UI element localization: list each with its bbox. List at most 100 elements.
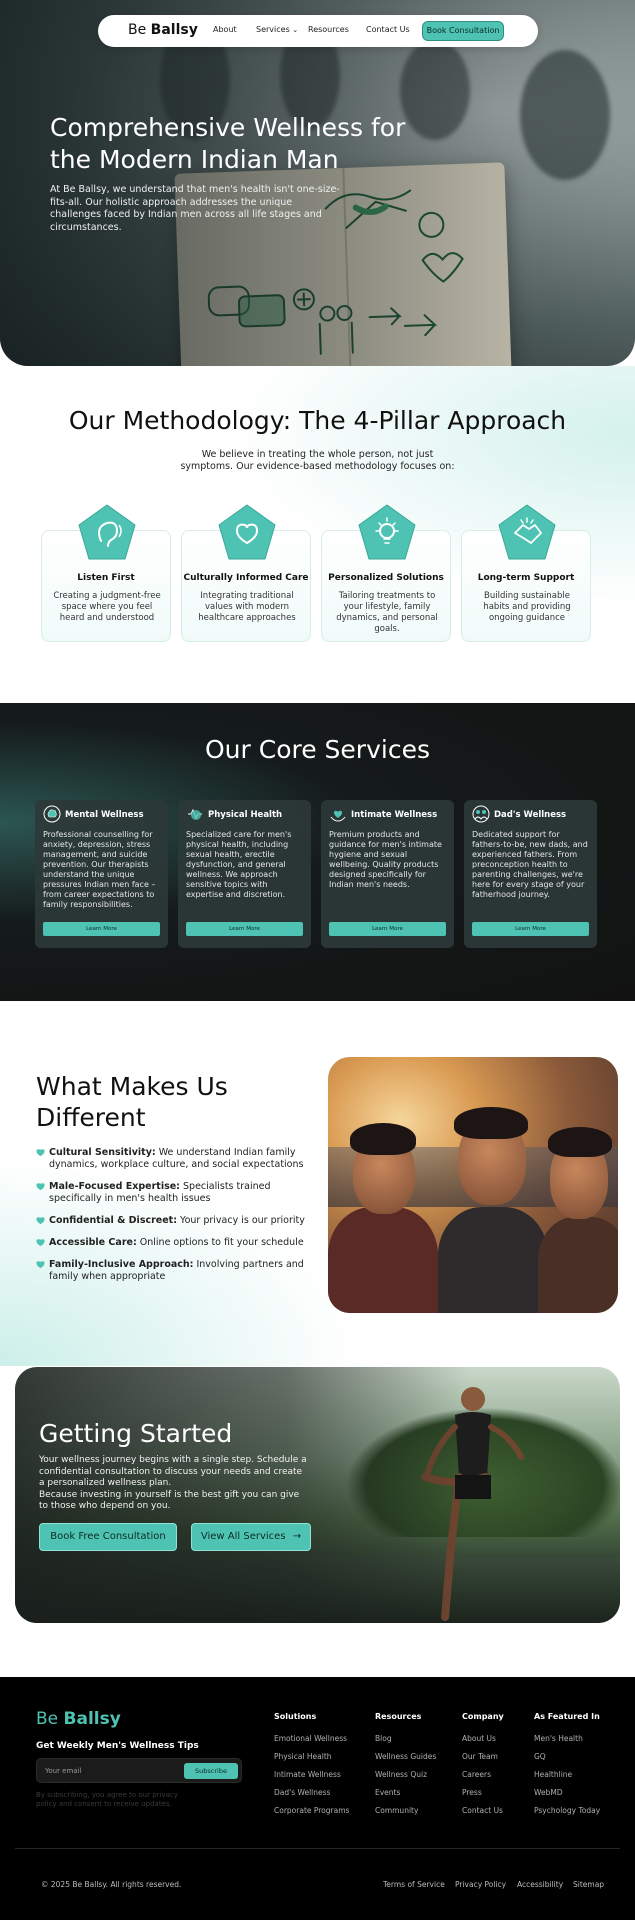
family-icon xyxy=(472,805,490,823)
pillar-description: Integrating traditional values with mode… xyxy=(198,591,296,623)
pillar-description: Creating a judgment-free space where you… xyxy=(53,591,161,623)
service-description: Professional counselling for anxiety, de… xyxy=(43,830,156,909)
heartbeat-icon xyxy=(188,808,202,820)
footer-link[interactable]: Blog xyxy=(375,1734,436,1752)
service-title: Intimate Wellness xyxy=(351,810,438,820)
terms-link[interactable]: Terms of Service xyxy=(383,1880,445,1889)
service-card: Intimate Wellness Premium products and g… xyxy=(321,800,454,948)
pillar-card: Listen First Creating a judgment-free sp… xyxy=(41,504,171,642)
footer-link[interactable]: Community xyxy=(375,1806,436,1824)
pillar-description: Building sustainable habits and providin… xyxy=(483,591,571,623)
footer-link[interactable]: Psychology Today xyxy=(534,1806,600,1824)
services-section: Our Core Services Mental Wellness Profes… xyxy=(0,703,635,1001)
friends-photo xyxy=(328,1057,618,1313)
footer-link[interactable]: Emotional Wellness xyxy=(274,1734,349,1752)
pillar-title: Long-term Support xyxy=(477,573,575,583)
footer-link[interactable]: Physical Health xyxy=(274,1752,349,1770)
nav-link-services[interactable]: Services ⌄ xyxy=(256,25,298,34)
footer-column-heading: Solutions xyxy=(274,1712,317,1721)
hands-heart-icon xyxy=(330,810,346,822)
footer-link[interactable]: Contact Us xyxy=(462,1806,504,1824)
subscribe-button[interactable]: Subscribe xyxy=(184,1763,238,1779)
footer-link[interactable]: Wellness Quiz xyxy=(375,1770,436,1788)
footer-column-heading: Company xyxy=(462,1712,504,1721)
heart-check-icon xyxy=(36,1149,45,1157)
service-title: Dad's Wellness xyxy=(494,810,567,820)
footer-link[interactable]: Dad's Wellness xyxy=(274,1788,349,1806)
top-navigation: Be Ballsy About Services ⌄ Resources Con… xyxy=(98,15,538,47)
ear-icon xyxy=(78,504,136,560)
book-free-consultation-button[interactable]: Book Free Consultation xyxy=(39,1523,177,1551)
service-description: Dedicated support for fathers-to-be, new… xyxy=(472,830,588,899)
nav-link-contact[interactable]: Contact Us xyxy=(366,25,410,34)
differentiator-item: Cultural Sensitivity: We understand Indi… xyxy=(36,1147,306,1170)
newsletter-form: Your email Subscribe xyxy=(36,1758,242,1783)
learn-more-button[interactable]: Learn More xyxy=(186,922,303,936)
heart-check-icon xyxy=(36,1261,45,1269)
copyright-text: © 2025 Be Ballsy. All rights reserved. xyxy=(41,1880,182,1889)
footer-link[interactable]: Events xyxy=(375,1788,436,1806)
differentiators-section: What Makes Us Different Cultural Sensiti… xyxy=(0,1001,635,1366)
footer-column-heading: Resources xyxy=(375,1712,422,1721)
footer-column-solutions: Solutions Emotional Wellness Physical He… xyxy=(274,1712,349,1824)
email-input[interactable]: Your email xyxy=(45,1767,81,1775)
heart-check-icon xyxy=(36,1183,45,1191)
brand-logo[interactable]: Be Ballsy xyxy=(128,22,198,38)
heart-hand-icon xyxy=(218,504,276,560)
footer-link[interactable]: Press xyxy=(462,1788,504,1806)
hero-description: At Be Ballsy, we understand that men's h… xyxy=(50,184,340,233)
heart-check-icon xyxy=(36,1217,45,1225)
pillar-title: Listen First xyxy=(77,573,135,583)
service-card: Dad's Wellness Dedicated support for fat… xyxy=(464,800,597,948)
footer-link[interactable]: Healthline xyxy=(534,1770,600,1788)
differentiator-item: Male-Focused Expertise: Specialists trai… xyxy=(36,1181,306,1204)
sitemap-link[interactable]: Sitemap xyxy=(573,1880,604,1889)
footer-link[interactable]: WebMD xyxy=(534,1788,600,1806)
newsletter-title: Get Weekly Men's Wellness Tips xyxy=(36,1741,199,1751)
footer-column-heading: As Featured In xyxy=(534,1712,600,1721)
view-all-services-button[interactable]: View All Services → xyxy=(191,1523,311,1551)
footer-logo[interactable]: Be Ballsy xyxy=(36,1709,121,1729)
footer-link[interactable]: Careers xyxy=(462,1770,504,1788)
differentiators-title: What Makes Us Different xyxy=(36,1072,228,1132)
pillar-card: Culturally Informed Care Integrating tra… xyxy=(181,504,311,642)
pillar-card: Personalized Solutions Tailoring treatme… xyxy=(321,504,451,642)
differentiator-item: Confidential & Discreet: Your privacy is… xyxy=(36,1215,306,1227)
getting-started-description: Your wellness journey begins with a sing… xyxy=(39,1455,307,1511)
pillar-title: Culturally Informed Care xyxy=(183,573,309,583)
service-card: Physical Health Specialized care for men… xyxy=(178,800,311,948)
footer-column-featured: As Featured In Men's Health GQ Healthlin… xyxy=(534,1712,600,1824)
chevron-down-icon: ⌄ xyxy=(292,26,299,34)
footer-link[interactable]: About Us xyxy=(462,1734,504,1752)
getting-started-title: Getting Started xyxy=(39,1419,233,1448)
hero-title: Comprehensive Wellness for the Modern In… xyxy=(50,113,406,174)
footer-divider xyxy=(15,1848,620,1849)
lightbulb-icon xyxy=(358,504,416,560)
footer-column-resources: Resources Blog Wellness Guides Wellness … xyxy=(375,1712,436,1824)
learn-more-button[interactable]: Learn More xyxy=(329,922,446,936)
book-consultation-button[interactable]: Book Consultation xyxy=(422,21,504,41)
pillar-description: Tailoring treatments to your lifestyle, … xyxy=(336,591,438,634)
accessibility-link[interactable]: Accessibility xyxy=(517,1880,563,1889)
site-footer: Be Ballsy Get Weekly Men's Wellness Tips… xyxy=(0,1677,635,1920)
methodology-title: Our Methodology: The 4-Pillar Approach xyxy=(68,406,567,435)
footer-link[interactable]: GQ xyxy=(534,1752,600,1770)
methodology-section: Our Methodology: The 4-Pillar Approach W… xyxy=(0,366,635,703)
service-card: Mental Wellness Professional counselling… xyxy=(35,800,168,948)
footer-link[interactable]: Wellness Guides xyxy=(375,1752,436,1770)
footer-link[interactable]: Corporate Programs xyxy=(274,1806,349,1824)
footer-link[interactable]: Men's Health xyxy=(534,1734,600,1752)
nav-link-resources[interactable]: Resources xyxy=(308,25,349,34)
service-title: Mental Wellness xyxy=(65,810,144,820)
footer-link[interactable]: Intimate Wellness xyxy=(274,1770,349,1788)
privacy-link[interactable]: Privacy Policy xyxy=(455,1880,506,1889)
differentiator-item: Family-Inclusive Approach: Involving par… xyxy=(36,1259,306,1282)
footer-link[interactable]: Our Team xyxy=(462,1752,504,1770)
nav-link-about[interactable]: About xyxy=(213,25,237,34)
learn-more-button[interactable]: Learn More xyxy=(472,922,589,936)
learn-more-button[interactable]: Learn More xyxy=(43,922,160,936)
hero-section: Comprehensive Wellness for the Modern In… xyxy=(0,0,635,366)
service-description: Premium products and guidance for men's … xyxy=(329,830,442,889)
footer-column-company: Company About Us Our Team Careers Press … xyxy=(462,1712,504,1824)
handshake-icon xyxy=(498,504,556,560)
